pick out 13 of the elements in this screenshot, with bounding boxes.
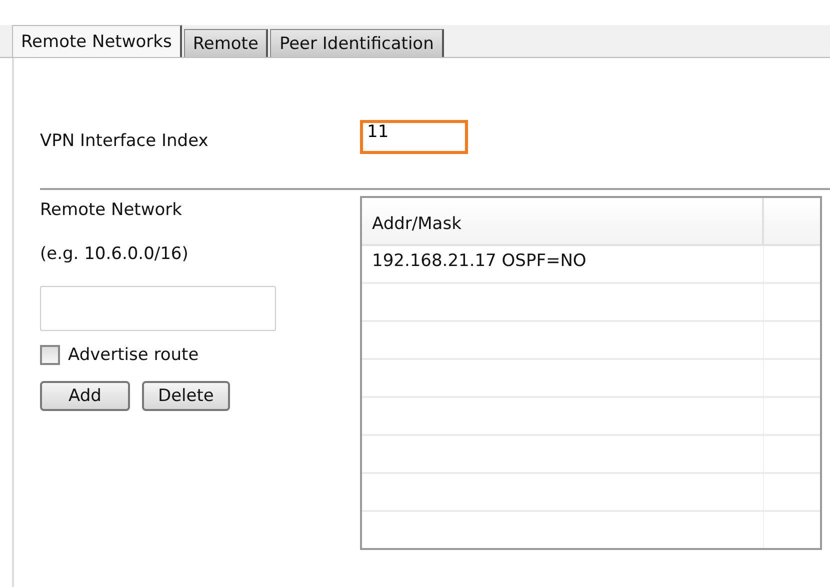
field-label: Remote Network: [40, 200, 183, 220]
tab[interactable]: Remote: [184, 29, 268, 57]
field-label: VPN Interface Index: [40, 131, 210, 151]
checkbox[interactable]: [40, 345, 60, 365]
table-cell: 192.168.21.17 OSPF=NO: [362, 246, 764, 282]
input-field[interactable]: 11: [360, 120, 468, 154]
tab[interactable]: Peer Identification: [270, 29, 444, 57]
tab[interactable]: Remote Networks: [12, 25, 182, 57]
hint-text: (e.g. 10.6.0.0/16): [40, 244, 190, 264]
add-button[interactable]: Add: [40, 381, 130, 411]
checkbox-label: Advertise route: [68, 345, 199, 365]
input-field[interactable]: [40, 286, 276, 331]
delete-button[interactable]: Delete: [142, 381, 230, 411]
